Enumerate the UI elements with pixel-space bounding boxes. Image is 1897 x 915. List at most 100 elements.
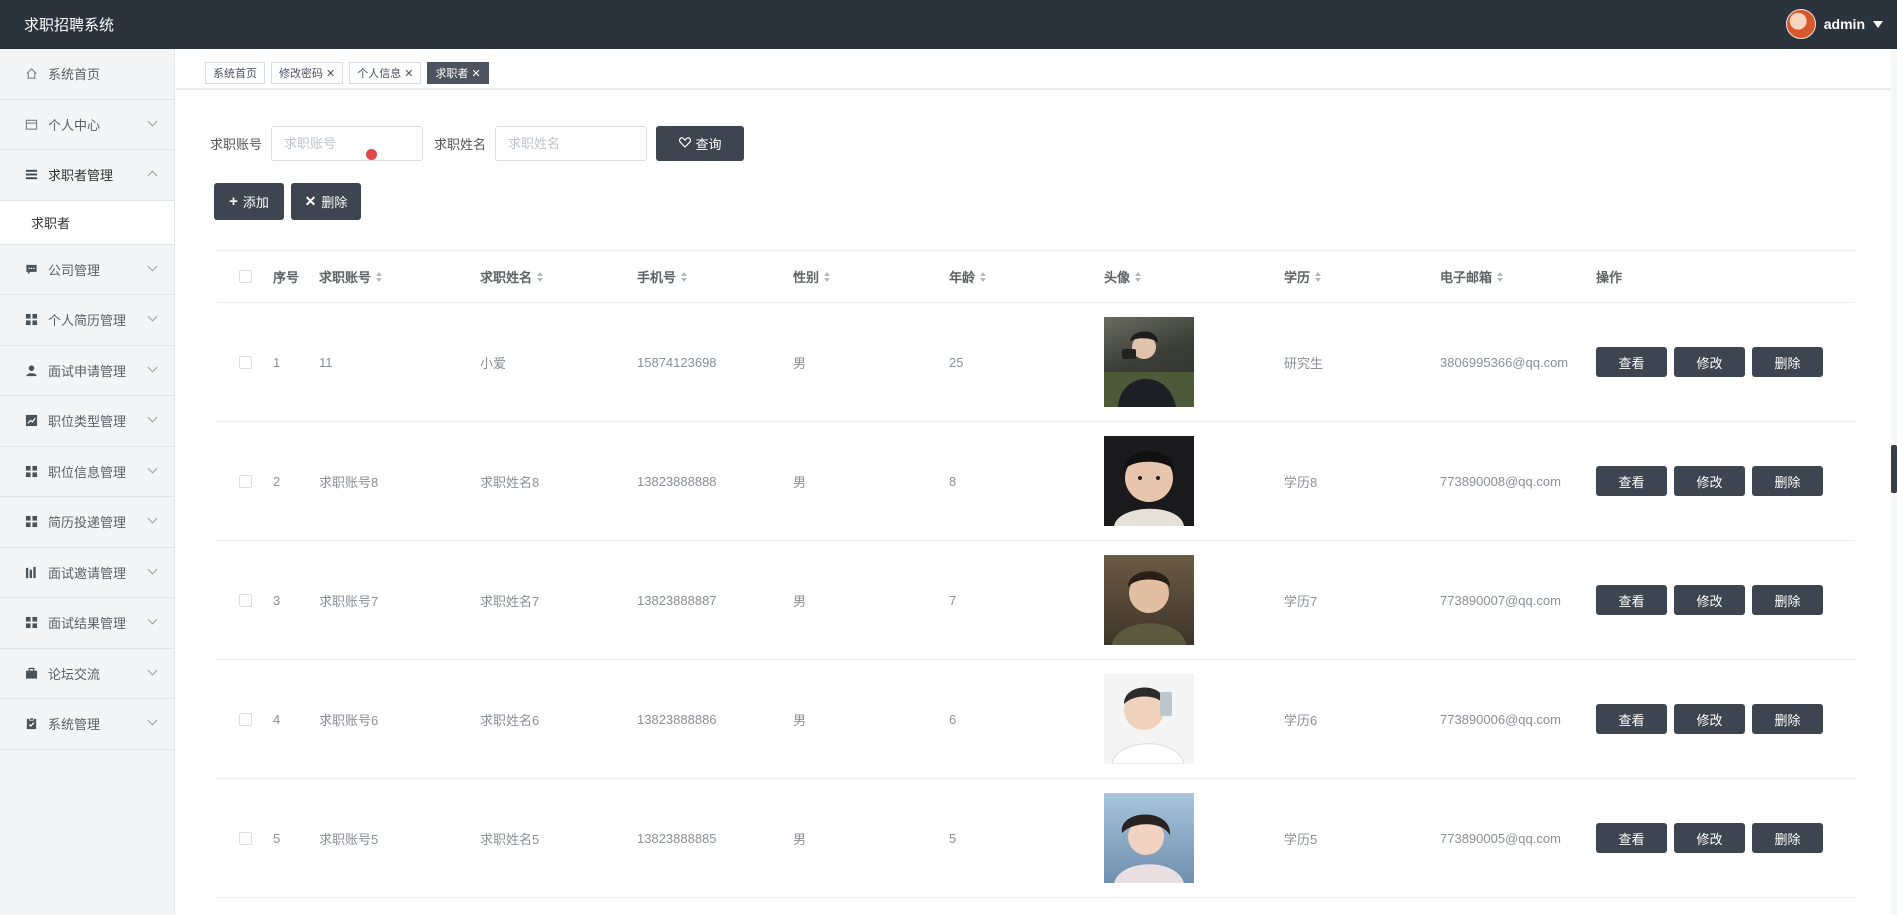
row-email: 773890005@qq.com [1440, 830, 1561, 846]
row-sex: 男 [793, 831, 807, 847]
sidebar-item-interview-result[interactable]: 面试结果管理 [0, 598, 174, 649]
table-header: 序号 求职账号 求职姓名 手机号 性别 年龄 头像 学历 电子邮箱 操作 [217, 250, 1855, 303]
sidebar-item-system-management[interactable]: 系统管理 [0, 699, 174, 750]
edit-button[interactable]: 修改 [1674, 823, 1745, 853]
grid-icon [24, 616, 38, 630]
user-avatar[interactable] [1785, 9, 1816, 39]
sort-icon[interactable] [1497, 271, 1504, 282]
sidebar-item-company-management[interactable]: 公司管理 [0, 245, 174, 295]
row-name: 求职姓名7 [480, 593, 540, 609]
sidebar-item-label: 论坛交流 [48, 666, 101, 682]
add-button[interactable]: + 添加 [214, 183, 284, 220]
user-menu[interactable]: admin [1785, 9, 1883, 39]
sort-icon[interactable] [980, 271, 987, 282]
row-delete-button[interactable]: 删除 [1752, 585, 1823, 615]
sidebar-item-seeker-management[interactable]: 求职者管理 [0, 150, 174, 201]
tag-seeker[interactable]: 求职者 ✕ [427, 62, 489, 84]
account-label: 求职账号 [210, 137, 263, 152]
row-checkbox[interactable] [238, 474, 252, 488]
row-index: 4 [273, 711, 281, 727]
page-scrollbar[interactable] [1891, 445, 1897, 493]
tag-change-password[interactable]: 修改密码 ✕ [271, 62, 344, 84]
header-avatar[interactable]: 头像 [1104, 267, 1284, 286]
sidebar-item-home[interactable]: 系统首页 [0, 49, 174, 100]
sort-icon[interactable] [1315, 271, 1322, 282]
sort-icon[interactable] [376, 271, 383, 282]
sidebar-item-forum[interactable]: 论坛交流 [0, 649, 174, 699]
grid-icon [24, 313, 38, 327]
row-checkbox[interactable] [238, 831, 252, 845]
grid-icon [24, 515, 38, 529]
sidebar-subitem-seeker[interactable]: 求职者 [0, 200, 174, 245]
heart-icon [678, 136, 691, 151]
query-button[interactable]: 查询 [656, 126, 745, 161]
row-delete-button[interactable]: 删除 [1752, 823, 1823, 853]
edit-button[interactable]: 修改 [1674, 347, 1745, 377]
account-input[interactable] [271, 126, 424, 161]
chevron-down-icon [147, 665, 158, 675]
sort-icon[interactable] [537, 271, 544, 282]
sidebar-item-label: 面试申请管理 [48, 363, 127, 379]
sidebar-item-interview-application[interactable]: 面试申请管理 [0, 346, 174, 396]
sidebar-item-label: 求职者管理 [48, 168, 114, 184]
row-account: 求职账号6 [319, 712, 379, 728]
name-label: 求职姓名 [434, 137, 487, 152]
row-checkbox[interactable] [238, 355, 252, 369]
sidebar-item-label: 简历投递管理 [48, 515, 127, 531]
sort-icon[interactable] [681, 271, 688, 282]
username[interactable]: admin [1824, 16, 1865, 32]
chevron-up-icon [147, 170, 158, 181]
close-icon[interactable]: ✕ [404, 67, 413, 80]
header-sex[interactable]: 性别 [793, 267, 949, 286]
select-all-checkbox[interactable] [238, 270, 252, 283]
row-sex: 男 [793, 355, 807, 371]
edit-button[interactable]: 修改 [1674, 704, 1745, 734]
list-icon [24, 168, 38, 182]
edit-button[interactable]: 修改 [1674, 585, 1745, 615]
sort-icon[interactable] [1135, 271, 1142, 282]
header-age[interactable]: 年龄 [949, 267, 1104, 286]
sidebar-item-resume-delivery[interactable]: 简历投递管理 [0, 497, 174, 548]
row-delete-button[interactable]: 删除 [1752, 704, 1823, 734]
header-index: 序号 [273, 270, 300, 285]
row-delete-button[interactable]: 删除 [1752, 347, 1823, 377]
view-button[interactable]: 查看 [1596, 823, 1667, 853]
action-bar: + 添加 ✕ 删除 [214, 183, 361, 220]
bar-chart-icon [24, 565, 38, 579]
view-button[interactable]: 查看 [1596, 704, 1667, 734]
tag-home[interactable]: 系统首页 [205, 62, 265, 84]
header-phone[interactable]: 手机号 [637, 267, 793, 286]
caret-down-icon[interactable] [1873, 20, 1883, 28]
sidebar-item-job-info[interactable]: 职位信息管理 [0, 447, 174, 497]
sidebar-item-interview-invitation[interactable]: 面试邀请管理 [0, 548, 174, 598]
row-email: 773890006@qq.com [1440, 711, 1561, 727]
sidebar-item-personal-center[interactable]: 个人中心 [0, 100, 174, 150]
row-index: 5 [273, 830, 281, 846]
delete-button[interactable]: ✕ 删除 [291, 183, 361, 220]
row-name: 求职姓名8 [480, 474, 540, 490]
row-index: 3 [273, 592, 281, 608]
row-checkbox[interactable] [238, 712, 252, 726]
row-delete-button[interactable]: 删除 [1752, 466, 1823, 496]
row-sex: 男 [793, 712, 807, 728]
header-education[interactable]: 学历 [1284, 267, 1440, 286]
row-account: 11 [319, 354, 333, 370]
header-name[interactable]: 求职姓名 [480, 267, 637, 286]
close-icon[interactable]: ✕ [471, 67, 480, 80]
sidebar-item-job-type[interactable]: 职位类型管理 [0, 396, 174, 447]
close-icon[interactable]: ✕ [326, 67, 335, 80]
header-email[interactable]: 电子邮箱 [1440, 267, 1596, 286]
header-account[interactable]: 求职账号 [319, 267, 480, 286]
chevron-down-icon [147, 116, 158, 126]
tag-personal-info[interactable]: 个人信息 ✕ [349, 62, 422, 84]
row-checkbox[interactable] [238, 593, 252, 607]
sidebar-item-resume-management[interactable]: 个人简历管理 [0, 295, 174, 346]
view-button[interactable]: 查看 [1596, 466, 1667, 496]
sort-icon[interactable] [824, 271, 831, 282]
avatar-photo [1104, 793, 1194, 883]
view-button[interactable]: 查看 [1596, 585, 1667, 615]
seeker-table: 序号 求职账号 求职姓名 手机号 性别 年龄 头像 学历 电子邮箱 操作 1 1… [217, 250, 1855, 898]
view-button[interactable]: 查看 [1596, 347, 1667, 377]
edit-button[interactable]: 修改 [1674, 466, 1745, 496]
name-input[interactable] [495, 126, 648, 161]
